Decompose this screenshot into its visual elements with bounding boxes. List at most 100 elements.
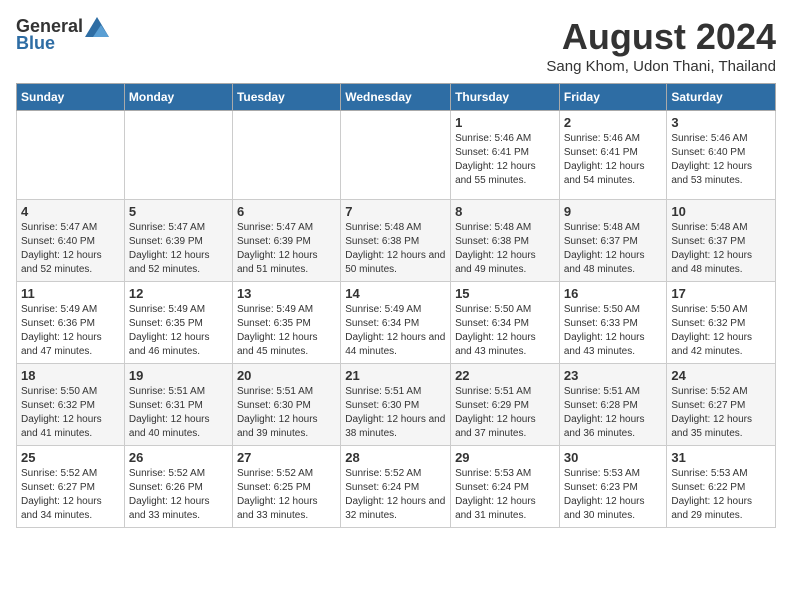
day-info: Sunrise: 5:50 AM Sunset: 6:34 PM Dayligh… bbox=[455, 303, 555, 359]
day-number: 3 bbox=[671, 115, 771, 130]
day-number: 27 bbox=[237, 450, 336, 465]
day-number: 21 bbox=[345, 368, 446, 383]
sunset-label: Sunset: 6:30 PM bbox=[237, 400, 311, 411]
day-info: Sunrise: 5:52 AM Sunset: 6:27 PM Dayligh… bbox=[21, 467, 120, 523]
calendar-cell: 3 Sunrise: 5:46 AM Sunset: 6:40 PM Dayli… bbox=[667, 111, 776, 200]
sunset-label: Sunset: 6:35 PM bbox=[237, 318, 311, 329]
day-number: 1 bbox=[455, 115, 555, 130]
calendar-cell: 22 Sunrise: 5:51 AM Sunset: 6:29 PM Dayl… bbox=[451, 364, 560, 446]
sunset-label: Sunset: 6:38 PM bbox=[455, 236, 529, 247]
calendar-cell bbox=[124, 111, 232, 200]
calendar-cell: 18 Sunrise: 5:50 AM Sunset: 6:32 PM Dayl… bbox=[17, 364, 125, 446]
calendar-cell: 17 Sunrise: 5:50 AM Sunset: 6:32 PM Dayl… bbox=[667, 282, 776, 364]
day-number: 20 bbox=[237, 368, 336, 383]
day-info: Sunrise: 5:49 AM Sunset: 6:35 PM Dayligh… bbox=[129, 303, 228, 359]
day-info: Sunrise: 5:52 AM Sunset: 6:26 PM Dayligh… bbox=[129, 467, 228, 523]
sunset-label: Sunset: 6:34 PM bbox=[345, 318, 419, 329]
calendar-week-2: 4 Sunrise: 5:47 AM Sunset: 6:40 PM Dayli… bbox=[17, 200, 776, 282]
calendar-header-row: SundayMondayTuesdayWednesdayThursdayFrid… bbox=[17, 84, 776, 111]
daylight-label: Daylight: 12 hours and 50 minutes. bbox=[345, 250, 445, 275]
day-info: Sunrise: 5:49 AM Sunset: 6:34 PM Dayligh… bbox=[345, 303, 446, 359]
day-number: 16 bbox=[564, 286, 663, 301]
day-number: 11 bbox=[21, 286, 120, 301]
sunset-label: Sunset: 6:31 PM bbox=[129, 400, 203, 411]
calendar-cell: 23 Sunrise: 5:51 AM Sunset: 6:28 PM Dayl… bbox=[559, 364, 667, 446]
daylight-label: Daylight: 12 hours and 46 minutes. bbox=[129, 332, 210, 357]
calendar-week-5: 25 Sunrise: 5:52 AM Sunset: 6:27 PM Dayl… bbox=[17, 446, 776, 528]
day-info: Sunrise: 5:52 AM Sunset: 6:27 PM Dayligh… bbox=[671, 385, 771, 441]
calendar-cell: 25 Sunrise: 5:52 AM Sunset: 6:27 PM Dayl… bbox=[17, 446, 125, 528]
empty-cell bbox=[21, 115, 120, 195]
empty-cell bbox=[237, 115, 336, 195]
calendar-cell: 9 Sunrise: 5:48 AM Sunset: 6:37 PM Dayli… bbox=[559, 200, 667, 282]
calendar-cell: 20 Sunrise: 5:51 AM Sunset: 6:30 PM Dayl… bbox=[232, 364, 340, 446]
day-number: 15 bbox=[455, 286, 555, 301]
calendar-cell: 11 Sunrise: 5:49 AM Sunset: 6:36 PM Dayl… bbox=[17, 282, 125, 364]
daylight-label: Daylight: 12 hours and 47 minutes. bbox=[21, 332, 102, 357]
day-info: Sunrise: 5:51 AM Sunset: 6:30 PM Dayligh… bbox=[237, 385, 336, 441]
sunrise-label: Sunrise: 5:46 AM bbox=[564, 133, 640, 144]
day-info: Sunrise: 5:51 AM Sunset: 6:29 PM Dayligh… bbox=[455, 385, 555, 441]
column-header-wednesday: Wednesday bbox=[341, 84, 451, 111]
day-number: 24 bbox=[671, 368, 771, 383]
sunrise-label: Sunrise: 5:47 AM bbox=[21, 222, 97, 233]
calendar-cell: 4 Sunrise: 5:47 AM Sunset: 6:40 PM Dayli… bbox=[17, 200, 125, 282]
calendar-cell: 14 Sunrise: 5:49 AM Sunset: 6:34 PM Dayl… bbox=[341, 282, 451, 364]
sunrise-label: Sunrise: 5:52 AM bbox=[345, 468, 421, 479]
sunset-label: Sunset: 6:27 PM bbox=[21, 482, 95, 493]
daylight-label: Daylight: 12 hours and 32 minutes. bbox=[345, 496, 445, 521]
day-info: Sunrise: 5:48 AM Sunset: 6:37 PM Dayligh… bbox=[671, 221, 771, 277]
calendar-table: SundayMondayTuesdayWednesdayThursdayFrid… bbox=[16, 83, 776, 528]
sunset-label: Sunset: 6:34 PM bbox=[455, 318, 529, 329]
calendar-cell: 29 Sunrise: 5:53 AM Sunset: 6:24 PM Dayl… bbox=[451, 446, 560, 528]
empty-cell bbox=[129, 115, 228, 195]
daylight-label: Daylight: 12 hours and 34 minutes. bbox=[21, 496, 102, 521]
day-number: 8 bbox=[455, 204, 555, 219]
calendar-cell: 15 Sunrise: 5:50 AM Sunset: 6:34 PM Dayl… bbox=[451, 282, 560, 364]
sunrise-label: Sunrise: 5:47 AM bbox=[237, 222, 313, 233]
sunrise-label: Sunrise: 5:53 AM bbox=[455, 468, 531, 479]
title-section: August 2024 Sang Khom, Udon Thani, Thail… bbox=[546, 16, 776, 75]
sunrise-label: Sunrise: 5:49 AM bbox=[345, 304, 421, 315]
calendar-week-3: 11 Sunrise: 5:49 AM Sunset: 6:36 PM Dayl… bbox=[17, 282, 776, 364]
daylight-label: Daylight: 12 hours and 52 minutes. bbox=[21, 250, 102, 275]
sunset-label: Sunset: 6:22 PM bbox=[671, 482, 745, 493]
day-number: 14 bbox=[345, 286, 446, 301]
sunset-label: Sunset: 6:25 PM bbox=[237, 482, 311, 493]
day-info: Sunrise: 5:51 AM Sunset: 6:28 PM Dayligh… bbox=[564, 385, 663, 441]
logo-icon bbox=[85, 17, 109, 37]
day-number: 18 bbox=[21, 368, 120, 383]
day-info: Sunrise: 5:46 AM Sunset: 6:41 PM Dayligh… bbox=[564, 132, 663, 188]
sunset-label: Sunset: 6:40 PM bbox=[671, 147, 745, 158]
daylight-label: Daylight: 12 hours and 43 minutes. bbox=[564, 332, 645, 357]
daylight-label: Daylight: 12 hours and 51 minutes. bbox=[237, 250, 318, 275]
calendar-cell bbox=[232, 111, 340, 200]
column-header-sunday: Sunday bbox=[17, 84, 125, 111]
sunset-label: Sunset: 6:37 PM bbox=[671, 236, 745, 247]
day-info: Sunrise: 5:47 AM Sunset: 6:40 PM Dayligh… bbox=[21, 221, 120, 277]
daylight-label: Daylight: 12 hours and 43 minutes. bbox=[455, 332, 536, 357]
day-info: Sunrise: 5:51 AM Sunset: 6:30 PM Dayligh… bbox=[345, 385, 446, 441]
daylight-label: Daylight: 12 hours and 38 minutes. bbox=[345, 414, 445, 439]
calendar-cell bbox=[341, 111, 451, 200]
day-number: 12 bbox=[129, 286, 228, 301]
calendar-cell: 24 Sunrise: 5:52 AM Sunset: 6:27 PM Dayl… bbox=[667, 364, 776, 446]
daylight-label: Daylight: 12 hours and 37 minutes. bbox=[455, 414, 536, 439]
sunrise-label: Sunrise: 5:51 AM bbox=[455, 386, 531, 397]
sunrise-label: Sunrise: 5:50 AM bbox=[564, 304, 640, 315]
sunrise-label: Sunrise: 5:51 AM bbox=[564, 386, 640, 397]
day-number: 23 bbox=[564, 368, 663, 383]
day-info: Sunrise: 5:52 AM Sunset: 6:24 PM Dayligh… bbox=[345, 467, 446, 523]
sunset-label: Sunset: 6:41 PM bbox=[455, 147, 529, 158]
sunset-label: Sunset: 6:27 PM bbox=[671, 400, 745, 411]
sunrise-label: Sunrise: 5:53 AM bbox=[671, 468, 747, 479]
sunset-label: Sunset: 6:26 PM bbox=[129, 482, 203, 493]
calendar-week-1: 1 Sunrise: 5:46 AM Sunset: 6:41 PM Dayli… bbox=[17, 111, 776, 200]
sunset-label: Sunset: 6:33 PM bbox=[564, 318, 638, 329]
day-info: Sunrise: 5:52 AM Sunset: 6:25 PM Dayligh… bbox=[237, 467, 336, 523]
day-number: 31 bbox=[671, 450, 771, 465]
sunset-label: Sunset: 6:29 PM bbox=[455, 400, 529, 411]
page-header: General Blue August 2024 Sang Khom, Udon… bbox=[16, 16, 776, 75]
day-info: Sunrise: 5:48 AM Sunset: 6:38 PM Dayligh… bbox=[455, 221, 555, 277]
sunset-label: Sunset: 6:32 PM bbox=[671, 318, 745, 329]
